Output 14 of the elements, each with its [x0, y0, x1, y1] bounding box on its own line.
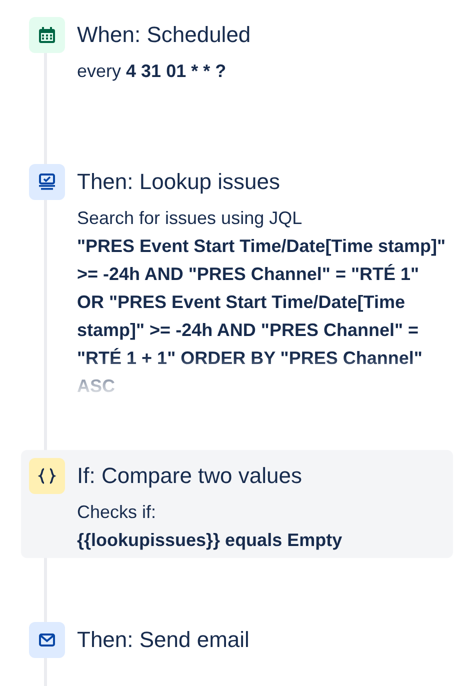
mail-icon	[38, 631, 56, 649]
step-query: "PRES Event Start Time/Date[Time stamp]" >= -24h AND "PRES Channel" = "RTÉ 1" OR "PRES Event Start Time/Date[Time stamp]" >= -24h AND "PRES Channel" = "RTÉ 1 + 1" ORDER BY "PRES Channel" ASC	[77, 235, 447, 398]
step-card[interactable]: If: Compare two values Checks if: {{lookupissues}} equals Empty	[21, 450, 453, 558]
step-title: When: Scheduled	[77, 21, 251, 49]
step-description: Checks if:	[77, 501, 158, 524]
step-description: Search for issues using JQL	[77, 207, 304, 230]
calendar-icon	[38, 26, 56, 44]
monitor-check-icon	[38, 173, 56, 191]
step-title: Then: Lookup issues	[77, 168, 282, 196]
step-title: Then: Send email	[77, 626, 250, 654]
step-query: {{lookupissues}} equals Empty	[77, 529, 342, 552]
braces-icon	[38, 467, 56, 485]
step-description: every 4 31 01 * * ?	[77, 60, 228, 83]
step-title: If: Compare two values	[77, 462, 303, 490]
